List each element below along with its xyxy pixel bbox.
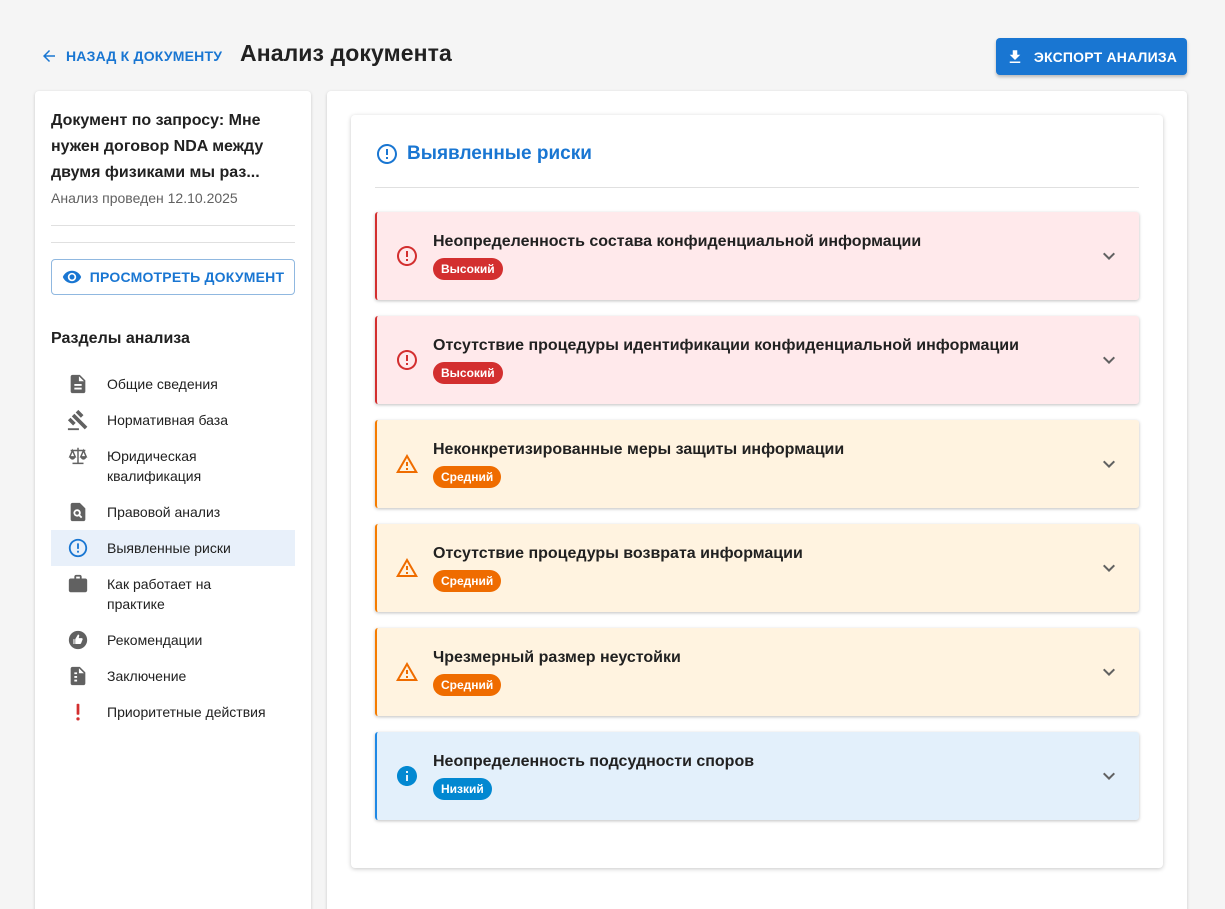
gavel-icon — [67, 409, 88, 431]
sidebar-item-label: Как работает на практике — [107, 576, 212, 612]
risk-list: Неопределенность состава конфиденциально… — [375, 212, 1139, 836]
risk-title: Неконкретизированные меры защиты информа… — [433, 441, 845, 458]
risk-item[interactable]: Чрезмерный размер неустойки Средний — [375, 628, 1139, 716]
chevron-down-icon[interactable] — [1097, 348, 1121, 372]
page-header: НАЗАД К ДОКУМЕНТУ Анализ документа ЭКСПО… — [0, 0, 1225, 92]
sidebar-item-legal-analysis[interactable]: Правовой анализ — [51, 494, 295, 530]
download-icon — [1009, 49, 1021, 63]
risk-title: Чрезмерный размер неустойки — [433, 649, 681, 666]
sections-nav: Общие сведения Нормативная база Юридичес… — [51, 366, 295, 730]
document-check-icon — [70, 666, 86, 686]
sidebar-item-label: Рекомендации — [107, 632, 203, 648]
risks-title: Выявленные риски — [407, 143, 592, 164]
sidebar-item-label: Юридическая квалификация — [107, 448, 202, 484]
risks-header: Выявленные риски — [375, 142, 592, 166]
exclamation-icon — [76, 703, 80, 721]
sidebar-item-conclusion[interactable]: Заключение — [51, 658, 295, 694]
severity-badge: Средний — [433, 466, 502, 488]
document-title: Документ по запросу: Мне нужен договор N… — [51, 112, 264, 181]
risk-title: Отсутствие процедуры идентификации конфи… — [433, 337, 1019, 354]
risk-title: Неопределенность состава конфиденциально… — [433, 233, 922, 250]
sidebar-item-identified-risks[interactable]: Выявленные риски — [51, 530, 295, 566]
alert-circle-icon — [377, 144, 397, 164]
briefcase-icon — [68, 574, 88, 593]
sidebar-item-priority-actions[interactable]: Приоритетные действия — [51, 694, 295, 730]
divider — [51, 225, 295, 226]
view-document-label: ПРОСМОТРЕТЬ ДОКУМЕНТ — [89, 269, 285, 285]
sidebar-item-label: Выявленные риски — [107, 540, 231, 556]
export-analysis-button[interactable]: ЭКСПОРТ АНАЛИЗА — [996, 38, 1187, 75]
sidebar-item-label: Общие сведения — [107, 376, 218, 392]
risk-item[interactable]: Отсутствие процедуры идентификации конфи… — [375, 316, 1139, 404]
main-panel: Выявленные риски Неопределенность состав… — [327, 91, 1187, 909]
severity-badge: Низкий — [433, 778, 492, 800]
divider — [375, 187, 1139, 188]
sidebar-item-practice[interactable]: Как работает на практике — [51, 566, 295, 622]
risk-item[interactable]: Отсутствие процедуры возврата информации… — [375, 524, 1139, 612]
sidebar: Документ по запросу: Мне нужен договор N… — [35, 91, 311, 909]
sidebar-item-regulatory-base[interactable]: Нормативная база — [51, 402, 295, 438]
document-search-icon — [70, 502, 86, 522]
divider — [51, 242, 295, 243]
thumb-up-icon — [68, 630, 88, 650]
eye-icon — [62, 270, 81, 284]
severity-badge: Средний — [433, 674, 502, 696]
back-to-document-link[interactable]: НАЗАД К ДОКУМЕНТУ — [40, 44, 222, 68]
page-title: Анализ документа — [240, 40, 452, 66]
chevron-down-icon[interactable] — [1097, 660, 1121, 684]
risk-item[interactable]: Неконкретизированные меры защиты информа… — [375, 420, 1139, 508]
sidebar-item-label: Нормативная база — [107, 412, 228, 428]
arrow-left-icon — [43, 50, 55, 62]
chevron-down-icon[interactable] — [1097, 244, 1121, 268]
severity-badge: Высокий — [433, 362, 503, 384]
sidebar-item-label: Правовой анализ — [107, 504, 221, 520]
risks-card: Выявленные риски Неопределенность состав… — [351, 115, 1163, 868]
back-link-label: НАЗАД К ДОКУМЕНТУ — [66, 48, 223, 64]
document-icon — [70, 374, 86, 394]
risk-item[interactable]: Неопределенность подсудности споров Низк… — [375, 732, 1139, 820]
error-icon — [397, 350, 417, 370]
warning-icon — [396, 662, 418, 681]
severity-badge: Средний — [433, 570, 502, 592]
sections-title: Разделы анализа — [51, 330, 190, 347]
chevron-down-icon[interactable] — [1097, 452, 1121, 476]
risk-title: Отсутствие процедуры возврата информации — [433, 545, 803, 562]
view-document-button[interactable]: ПРОСМОТРЕТЬ ДОКУМЕНТ — [51, 259, 295, 295]
chevron-down-icon[interactable] — [1097, 556, 1121, 580]
scales-icon — [68, 447, 88, 465]
error-icon — [397, 246, 417, 266]
warning-icon — [396, 454, 418, 473]
warning-icon — [396, 558, 418, 577]
risk-item[interactable]: Неопределенность состава конфиденциально… — [375, 212, 1139, 300]
severity-badge: Высокий — [433, 258, 503, 280]
risk-title: Неопределенность подсудности споров — [433, 753, 755, 770]
sidebar-item-label: Приоритетные действия — [107, 704, 266, 720]
sidebar-item-recommendations[interactable]: Рекомендации — [51, 622, 295, 658]
sidebar-item-general-info[interactable]: Общие сведения — [51, 366, 295, 402]
sidebar-item-legal-qualification[interactable]: Юридическая квалификация — [51, 438, 295, 494]
analysis-date: Анализ проведен 12.10.2025 — [51, 190, 238, 206]
info-icon — [397, 766, 417, 786]
export-button-label: ЭКСПОРТ АНАЛИЗА — [1033, 48, 1178, 65]
sidebar-item-label: Заключение — [107, 668, 187, 684]
alert-circle-icon — [68, 538, 88, 558]
chevron-down-icon[interactable] — [1097, 764, 1121, 788]
